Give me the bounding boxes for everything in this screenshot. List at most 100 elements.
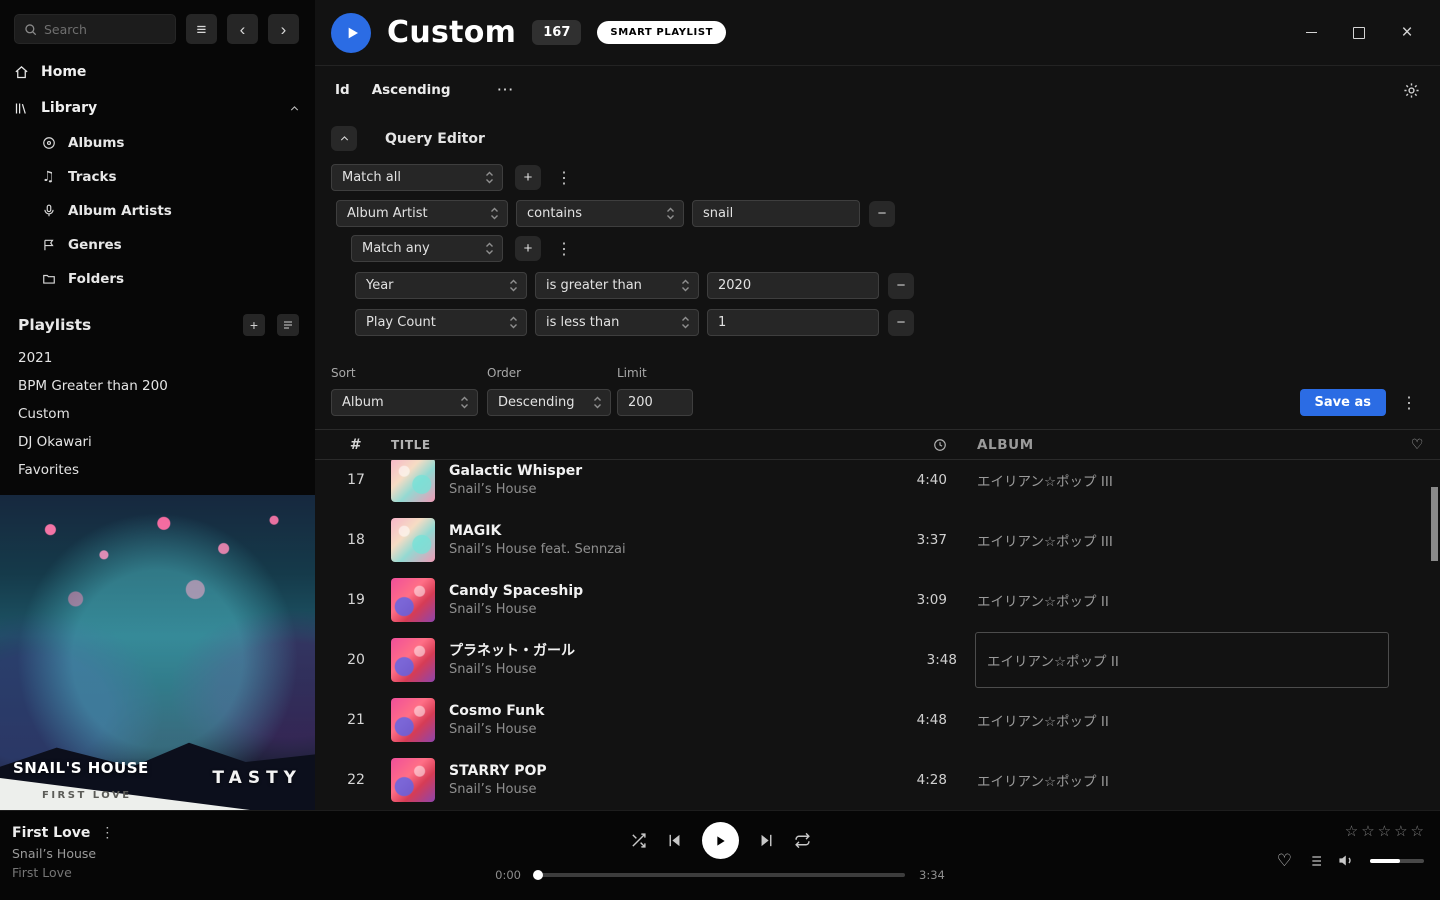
now-playing-options-button[interactable]: ⋮ [100, 824, 114, 841]
menu-button[interactable]: ≡ [186, 14, 217, 44]
group-rule-operator-select[interactable]: is less than [535, 309, 699, 336]
now-playing-title[interactable]: First Love [12, 825, 90, 841]
track-artwork [391, 698, 435, 742]
library-icon [14, 101, 29, 116]
search-field[interactable] [44, 22, 166, 37]
star-icon[interactable]: ☆ [1345, 824, 1358, 839]
star-icon[interactable]: ☆ [1394, 824, 1407, 839]
table-row[interactable]: 20プラネット・ガールSnail’s House3:48エイリアン☆ポップ II [315, 630, 1440, 690]
playlist-item[interactable]: BPM Greater than 200 [0, 372, 315, 400]
favorite-button[interactable]: ♡ [1277, 852, 1292, 869]
settings-gear-button[interactable] [1403, 82, 1420, 99]
sidebar-item-albums[interactable]: Albums [0, 126, 315, 160]
sidebar-item-folders[interactable]: Folders [0, 262, 315, 296]
sidebar-item-tracks[interactable]: ♫ Tracks [0, 160, 315, 194]
sort-direction-control[interactable]: Ascending [372, 82, 451, 98]
maximize-button[interactable] [1350, 24, 1368, 42]
query-sort-select[interactable]: Album [331, 389, 478, 416]
track-album[interactable]: エイリアン☆ポップ II [975, 632, 1389, 688]
sidebar-item-library[interactable]: Library [0, 90, 315, 126]
playlist-list-options-button[interactable] [277, 314, 299, 336]
next-button[interactable] [758, 832, 775, 849]
repeat-button[interactable] [794, 832, 811, 849]
track-artwork [391, 638, 435, 682]
seek-knob[interactable] [533, 870, 543, 880]
playlist-item[interactable]: 2021 [0, 344, 315, 372]
column-header-title[interactable]: TITLE [391, 438, 867, 452]
rule-operator-select[interactable]: contains [516, 200, 684, 227]
group-rule-value-input[interactable] [707, 272, 879, 299]
remove-rule-button[interactable]: − [869, 201, 895, 227]
nav-back-button[interactable]: ‹ [227, 14, 258, 44]
table-row[interactable]: 22STARRY POPSnail’s House4:28エイリアン☆ポップ I… [315, 750, 1440, 809]
progress-row: 0:00 3:34 [487, 868, 953, 882]
smart-playlist-badge: SMART PLAYLIST [597, 21, 726, 44]
queue-icon [1307, 853, 1323, 869]
playlist-item[interactable]: Favorites [0, 456, 315, 484]
sidebar-item-label: Home [41, 64, 86, 80]
query-order-select[interactable]: Descending [487, 389, 611, 416]
group-match-type-select[interactable]: Match any [351, 235, 503, 262]
column-header-duration[interactable] [867, 438, 947, 452]
remove-group-rule-button[interactable]: − [888, 273, 914, 299]
rule-value-input[interactable] [692, 200, 860, 227]
query-limit-input[interactable] [617, 389, 693, 416]
now-playing-album[interactable]: First Love [12, 865, 114, 880]
table-row[interactable]: 19Candy SpaceshipSnail’s House3:09エイリアン☆… [315, 570, 1440, 630]
group-rule-value-input[interactable] [707, 309, 879, 336]
play-playlist-button[interactable] [331, 13, 371, 53]
next-icon [758, 832, 775, 849]
toolbar-more-button[interactable]: ⋯ [497, 80, 514, 100]
minimize-button[interactable] [1302, 24, 1320, 42]
seek-slider[interactable] [535, 873, 905, 877]
track-artist: Snail’s House [449, 661, 877, 679]
column-header-favorite[interactable]: ♡ [1389, 438, 1424, 452]
table-row[interactable]: 18MAGIKSnail’s House feat. Sennzai3:37エイ… [315, 510, 1440, 570]
add-rule-button[interactable]: + [515, 165, 541, 190]
sidebar-item-album-artists[interactable]: Album Artists [0, 194, 315, 228]
add-group-rule-button[interactable]: + [515, 236, 541, 261]
now-playing-artwork[interactable]: SNAIL'S HOUSE FIRST LOVE TASTY [0, 495, 315, 810]
playlist-item[interactable]: Custom [0, 400, 315, 428]
star-icon[interactable]: ☆ [1411, 824, 1424, 839]
sort-by-control[interactable]: Id [335, 82, 350, 98]
group-rule-operator-select[interactable]: is greater than [535, 272, 699, 299]
scrollbar-thumb[interactable] [1431, 487, 1438, 561]
play-pause-button[interactable] [702, 822, 739, 859]
sidebar-item-genres[interactable]: Genres [0, 228, 315, 262]
rule-group-options-button[interactable]: ⋮ [553, 168, 575, 188]
search-input[interactable] [14, 14, 176, 44]
remove-group-rule-button[interactable]: − [888, 310, 914, 336]
queue-button[interactable] [1307, 853, 1323, 869]
track-list: 17Galactic WhisperSnail’s House4:40エイリアン… [315, 460, 1440, 809]
now-playing-artist[interactable]: Snail’s House [12, 846, 114, 861]
query-editor-collapse-button[interactable] [331, 126, 357, 151]
volume-button[interactable] [1338, 852, 1355, 869]
heart-icon: ♡ [1411, 438, 1424, 452]
star-icon[interactable]: ☆ [1361, 824, 1374, 839]
match-type-select[interactable]: Match all [331, 164, 503, 191]
nav-forward-button[interactable]: › [268, 14, 299, 44]
playlist-item[interactable]: DJ Okawari [0, 428, 315, 456]
table-row[interactable]: 17Galactic WhisperSnail’s House4:40エイリアン… [315, 460, 1440, 510]
volume-slider[interactable] [1370, 859, 1424, 863]
save-as-button[interactable]: Save as [1300, 389, 1386, 416]
shuffle-button[interactable] [630, 832, 647, 849]
previous-icon [666, 832, 683, 849]
group-rule-field-select[interactable]: Play Count [355, 309, 527, 336]
column-header-album[interactable]: ALBUM [977, 437, 1389, 453]
group-options-button[interactable]: ⋮ [553, 239, 575, 259]
select-value: Match all [342, 170, 401, 185]
group-rule-field-select[interactable]: Year [355, 272, 527, 299]
folder-icon [42, 272, 56, 286]
save-options-button[interactable]: ⋮ [1398, 393, 1420, 413]
rule-field-select[interactable]: Album Artist [336, 200, 508, 227]
previous-button[interactable] [666, 832, 683, 849]
track-album: エイリアン☆ポップ III [977, 470, 1389, 490]
chevron-up-icon[interactable] [288, 102, 301, 115]
close-button[interactable]: × [1398, 24, 1416, 42]
sidebar-item-home[interactable]: Home [0, 54, 315, 90]
star-icon[interactable]: ☆ [1378, 824, 1391, 839]
table-row[interactable]: 21Cosmo FunkSnail’s House4:48エイリアン☆ポップ I… [315, 690, 1440, 750]
add-playlist-button[interactable]: + [243, 314, 265, 336]
